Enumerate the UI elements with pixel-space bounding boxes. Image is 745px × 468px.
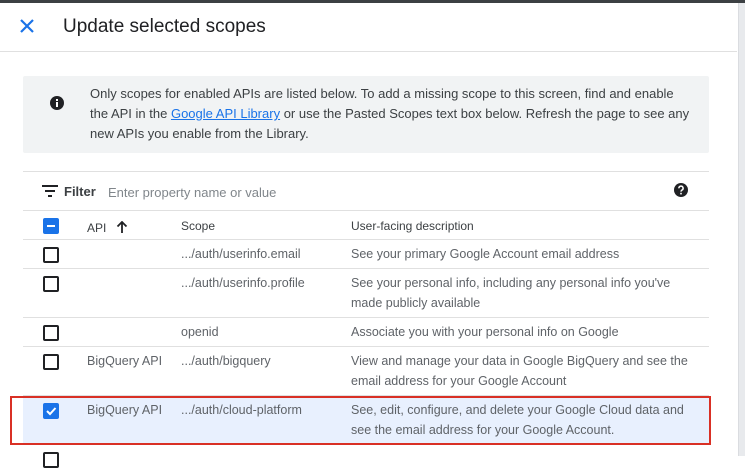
row-scope: .../auth/bigquery	[181, 354, 271, 368]
filter-bar: Filter	[23, 171, 709, 211]
row-checkbox[interactable]	[43, 325, 59, 341]
row-description: See your primary Google Account email ad…	[351, 247, 620, 261]
table-row-partial[interactable]	[23, 445, 709, 468]
table-row[interactable]: .../auth/userinfo.profile See your perso…	[23, 269, 709, 318]
scrollbar-track[interactable]	[738, 3, 745, 456]
info-text: Only scopes for enabled APIs are listed …	[90, 86, 690, 141]
row-scope: openid	[181, 325, 219, 339]
column-header-description[interactable]: User-facing description	[351, 219, 474, 233]
row-checkbox[interactable]	[43, 354, 59, 370]
info-icon	[50, 96, 64, 110]
help-icon[interactable]	[674, 183, 688, 197]
select-all-checkbox[interactable]	[43, 218, 59, 234]
table-row[interactable]: BigQuery API .../auth/bigquery View and …	[23, 347, 709, 396]
row-description: See, edit, configure, and delete your Go…	[351, 403, 684, 437]
row-checkbox[interactable]	[43, 452, 59, 468]
close-button[interactable]	[16, 15, 38, 37]
checkmark-icon	[46, 407, 57, 416]
row-scope: .../auth/userinfo.profile	[181, 276, 305, 290]
column-header-api[interactable]: API	[87, 219, 128, 235]
table-row[interactable]: openid Associate you with your personal …	[23, 318, 709, 347]
row-scope: .../auth/userinfo.email	[181, 247, 301, 261]
row-scope: .../auth/cloud-platform	[181, 403, 302, 417]
indeterminate-icon	[47, 225, 55, 227]
row-description: See your personal info, including any pe…	[351, 276, 671, 310]
row-checkbox[interactable]	[43, 247, 59, 263]
row-checkbox[interactable]	[43, 276, 59, 292]
filter-input[interactable]	[106, 181, 590, 203]
table-header: API Scope User-facing description	[23, 211, 709, 240]
filter-icon	[42, 185, 58, 197]
column-header-scope[interactable]: Scope	[181, 219, 215, 233]
row-api: BigQuery API	[87, 403, 163, 417]
sort-arrow-up-icon[interactable]	[116, 220, 128, 234]
row-description: View and manage your data in Google BigQ…	[351, 354, 688, 388]
api-library-link[interactable]: Google API Library	[171, 106, 280, 121]
row-checkbox-checked[interactable]	[43, 403, 59, 419]
table-row[interactable]: .../auth/userinfo.email See your primary…	[23, 240, 709, 269]
row-api: BigQuery API	[87, 354, 163, 368]
dialog-header: Update selected scopes	[0, 3, 737, 52]
close-icon	[20, 19, 34, 33]
row-description: Associate you with your personal info on…	[351, 325, 619, 339]
dialog-title: Update selected scopes	[63, 16, 266, 37]
table-row-selected[interactable]: BigQuery API .../auth/cloud-platform See…	[23, 396, 709, 445]
info-banner: Only scopes for enabled APIs are listed …	[23, 76, 709, 153]
filter-label: Filter	[64, 184, 96, 199]
